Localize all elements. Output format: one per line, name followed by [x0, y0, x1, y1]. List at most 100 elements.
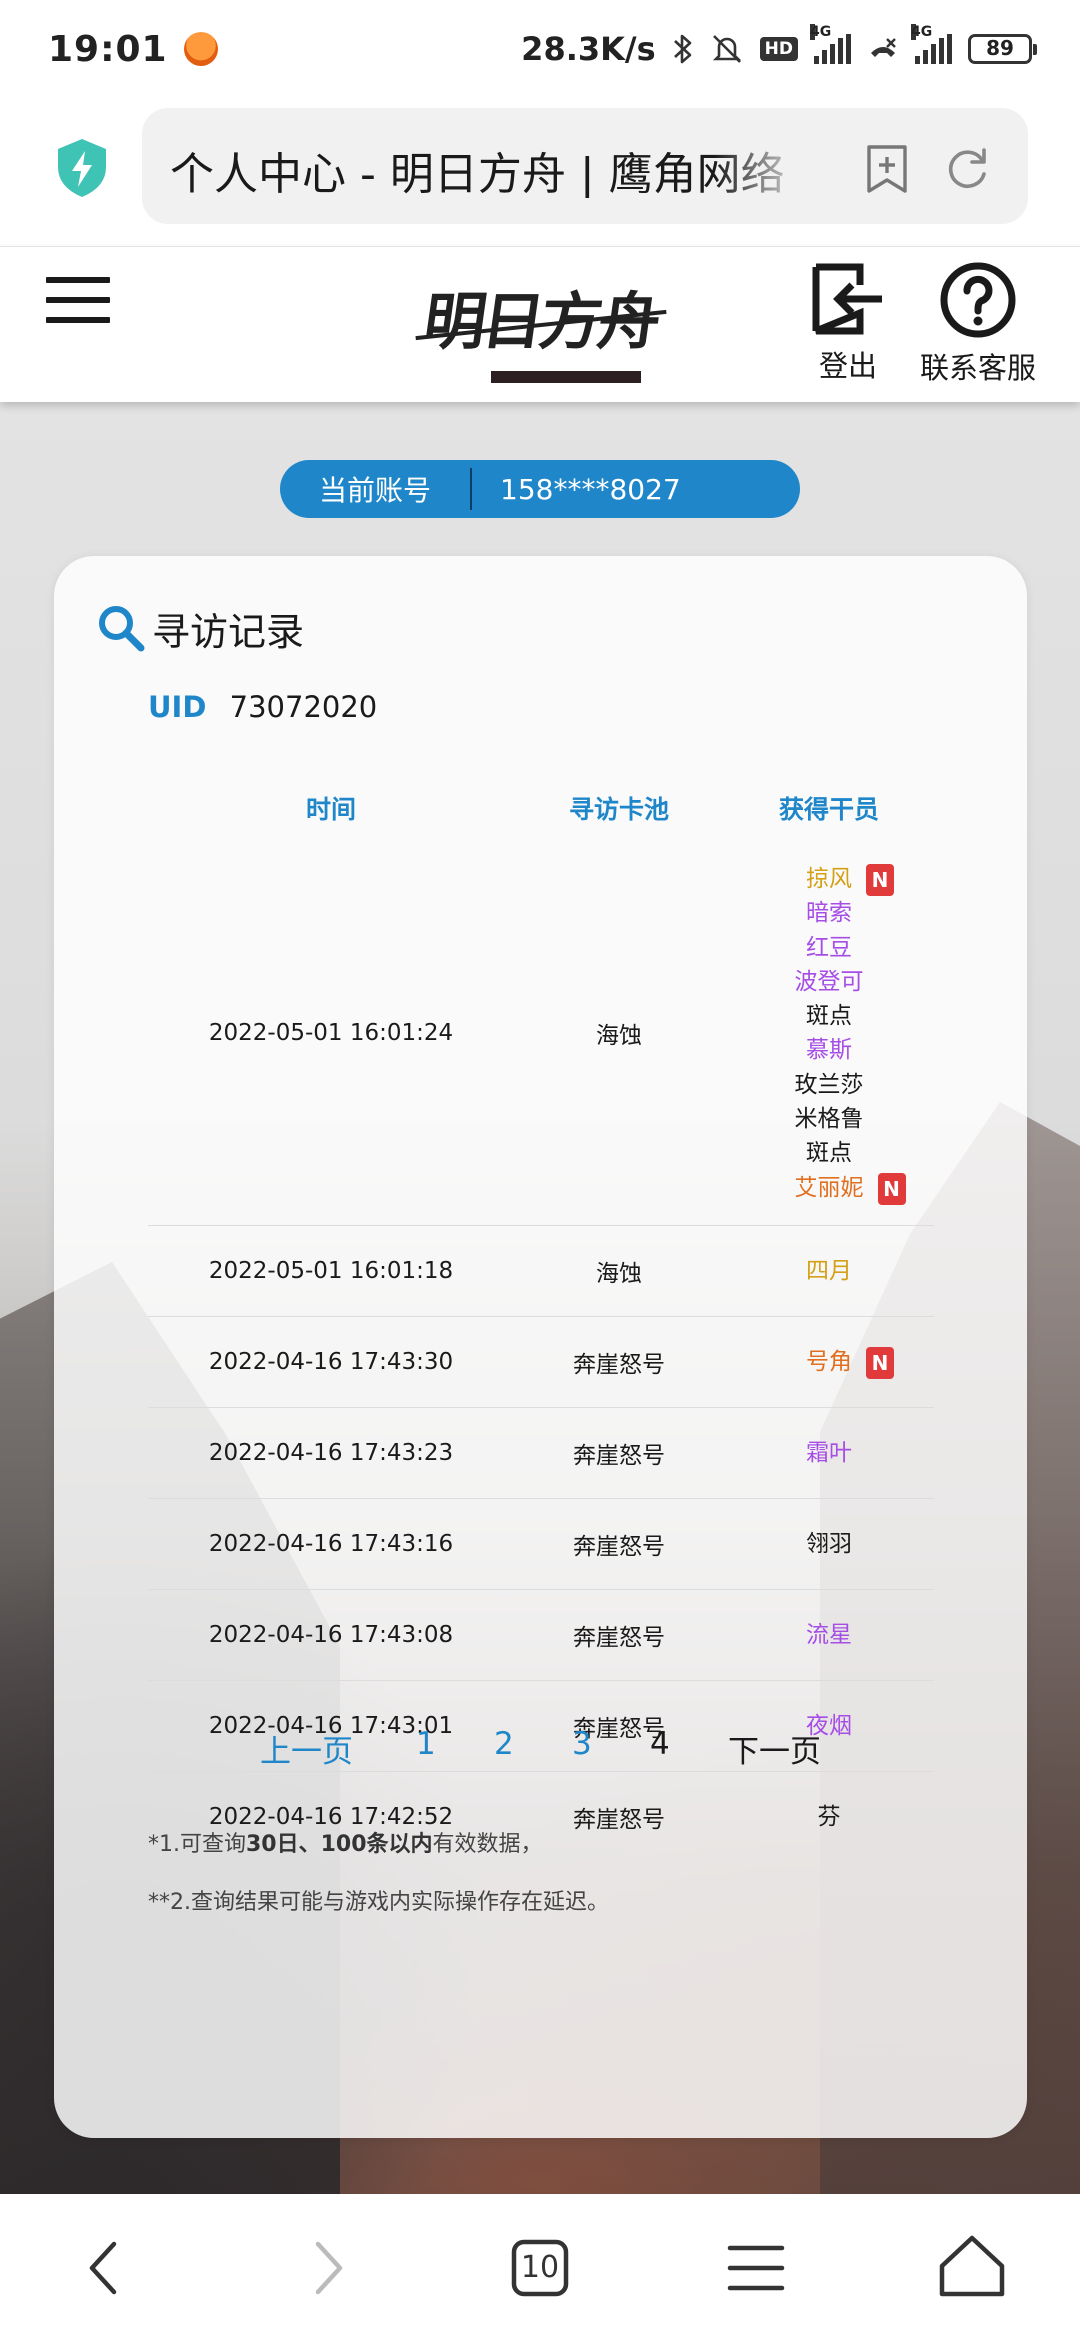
browser-bottom-nav: 10 [0, 2194, 1080, 2340]
reload-icon[interactable] [942, 144, 992, 194]
forward-icon[interactable] [286, 2228, 366, 2308]
back-icon[interactable] [66, 2228, 146, 2308]
shield-bolt-icon[interactable] [54, 137, 110, 199]
table-row: 2022-05-01 16:01:18 海蚀 四月 [148, 1226, 934, 1317]
account-label: 当前账号 [318, 474, 431, 507]
row-operators: 四月 [724, 1254, 934, 1288]
row-time: 2022-05-01 16:01:24 [208, 1020, 454, 1047]
card-title: 寻访记录 [152, 609, 305, 654]
row-operators: 流星 [724, 1618, 934, 1652]
bluetooth-icon [673, 34, 691, 64]
mute-bell-icon [712, 35, 741, 63]
row-operators: 掠风 N 暗索 红豆 波登可 斑点 慕斯 玫兰莎 米格鲁 斑点 艾丽妮 N [724, 862, 934, 1205]
page-2-button[interactable]: 2 [494, 1726, 514, 1762]
row-time: 2022-05-01 16:01:18 [208, 1257, 454, 1284]
table-row: 2022-04-16 17:43:16 奔崖怒号 翎羽 [148, 1499, 934, 1590]
operator-name: 暗索 [806, 896, 852, 930]
operator-label: 玫兰莎 [794, 1071, 864, 1098]
row-operators: 翎羽 [724, 1527, 934, 1561]
table-row: 2022-04-16 17:43:23 奔崖怒号 霜叶 [148, 1408, 934, 1499]
column-header-operator: 获得干员 [778, 795, 879, 824]
operator-label: 翎羽 [806, 1530, 852, 1557]
operator-name: 芬 [818, 1800, 841, 1834]
no-call-icon [871, 38, 896, 57]
operator-name: 波登可 [795, 965, 864, 999]
bookmark-add-icon[interactable] [864, 144, 910, 194]
page-3-button[interactable]: 3 [572, 1726, 592, 1762]
operator-label: 暗索 [806, 900, 852, 927]
home-icon[interactable] [932, 2228, 1012, 2308]
current-account-pill: 当前账号 158****8027 [280, 460, 800, 518]
signal-icon: 4G [911, 24, 952, 64]
status-indicators: 28.3K/s HD 4G 4G 89 [521, 24, 1037, 68]
tab-count: 10 [520, 2250, 560, 2285]
new-badge: N [877, 1172, 906, 1205]
hamburger-menu-icon[interactable] [46, 277, 110, 327]
page-title-url[interactable]: 个人中心 - 明日方舟 | 鹰角网络 [170, 138, 810, 198]
prev-page-button[interactable]: 上一页 [260, 1726, 353, 1771]
uid-value: 73072020 [229, 690, 378, 724]
search-icon [99, 606, 145, 652]
table-header: 时间 寻访卡池 获得干员 [148, 778, 934, 838]
operator-label: 霜叶 [806, 1439, 852, 1466]
account-value: 158****8027 [500, 472, 681, 506]
battery-icon: 89 [968, 34, 1037, 64]
note-2: **2.查询结果可能与游戏内实际操作存在延迟。 [148, 1890, 609, 1915]
card-title-row: 寻访记录 [96, 598, 304, 658]
arknights-logo[interactable]: 明日方舟 [415, 267, 667, 391]
operator-label: 慕斯 [806, 1037, 852, 1064]
row-pool: 奔崖怒号 [573, 1807, 665, 1834]
row-time: 2022-04-16 17:43:16 [208, 1530, 454, 1557]
site-header: 明日方舟 登出 联系客服 [0, 246, 1080, 402]
next-page-button[interactable]: 下一页 [728, 1726, 821, 1771]
tabs-icon[interactable]: 10 [500, 2228, 580, 2308]
logo-sub-bar [491, 371, 641, 383]
page-1-button[interactable]: 1 [416, 1726, 436, 1762]
uid-row: UID 73072020 [148, 690, 377, 724]
operator-label: 芬 [817, 1804, 841, 1831]
table-body: 2022-05-01 16:01:24 海蚀 掠风 N 暗索 红豆 波登可 斑点 慕斯 玫兰莎 米格… [148, 856, 934, 1863]
logout-icon [812, 263, 882, 335]
note-1-prefix: *1.可查询 [148, 1832, 246, 1857]
operator-name: 红豆 [806, 931, 852, 965]
row-pool: 海蚀 [596, 1260, 642, 1287]
logout-label: 登出 [818, 349, 877, 383]
operator-name: 号角 N [806, 1345, 894, 1379]
operator-name: 慕斯 [806, 1033, 852, 1067]
row-pool: 奔崖怒号 [573, 1442, 665, 1469]
operator-label: 四月 [806, 1257, 852, 1284]
logout-button[interactable]: 登出 [808, 261, 888, 385]
help-label: 联系客服 [919, 351, 1036, 385]
gacha-record-card: 寻访记录 UID 73072020 时间 寻访卡池 获得干员 2022-05-0… [54, 556, 1027, 2138]
address-bar[interactable]: 个人中心 - 明日方舟 | 鹰角网络 [142, 108, 1028, 224]
new-badge: N [866, 1346, 894, 1379]
uid-label: UID [148, 690, 207, 724]
operator-label: 掠风 [806, 866, 852, 892]
table-row: 2022-04-16 17:43:08 奔崖怒号 流星 [148, 1590, 934, 1681]
record-table: 时间 寻访卡池 获得干员 2022-05-01 16:01:24 海蚀 掠风 N 暗索红… [148, 778, 934, 1863]
help-question-icon [940, 262, 1016, 338]
page: 19:01 28.3K/s HD 4G 4G 89 个人中心 - 明日方舟 | … [0, 0, 1080, 2340]
column-header-time: 时间 [305, 795, 356, 824]
logo-text: 明日方舟 [419, 285, 662, 358]
pagination: 上一页 1 2 3 4 下一页 [54, 1726, 1027, 1776]
operator-label: 流星 [806, 1621, 852, 1648]
customer-service-button[interactable]: 联系客服 [916, 261, 1040, 387]
operator-name: 掠风 N [806, 862, 894, 896]
operator-name: 玫兰莎 [795, 1068, 864, 1102]
operator-label: 米格鲁 [794, 1106, 864, 1133]
note-1: *1.可查询30日、100条以内有效数据， [148, 1826, 543, 1858]
row-pool: 奔崖怒号 [573, 1533, 665, 1560]
operator-label: 红豆 [806, 934, 852, 961]
network-speed: 28.3K/s [521, 30, 656, 68]
operator-name: 四月 [806, 1254, 852, 1288]
menu-icon[interactable] [716, 2228, 796, 2308]
signal-tag: 4G [810, 24, 832, 40]
operator-name: 斑点 [806, 1136, 852, 1170]
row-time: 2022-04-16 17:43:08 [208, 1621, 454, 1648]
row-operators: 号角 N [724, 1345, 934, 1379]
operator-label: 斑点 [806, 1003, 852, 1030]
operator-name: 米格鲁 [795, 1102, 864, 1136]
new-badge: N [866, 864, 894, 896]
page-4-current: 4 [650, 1726, 670, 1762]
